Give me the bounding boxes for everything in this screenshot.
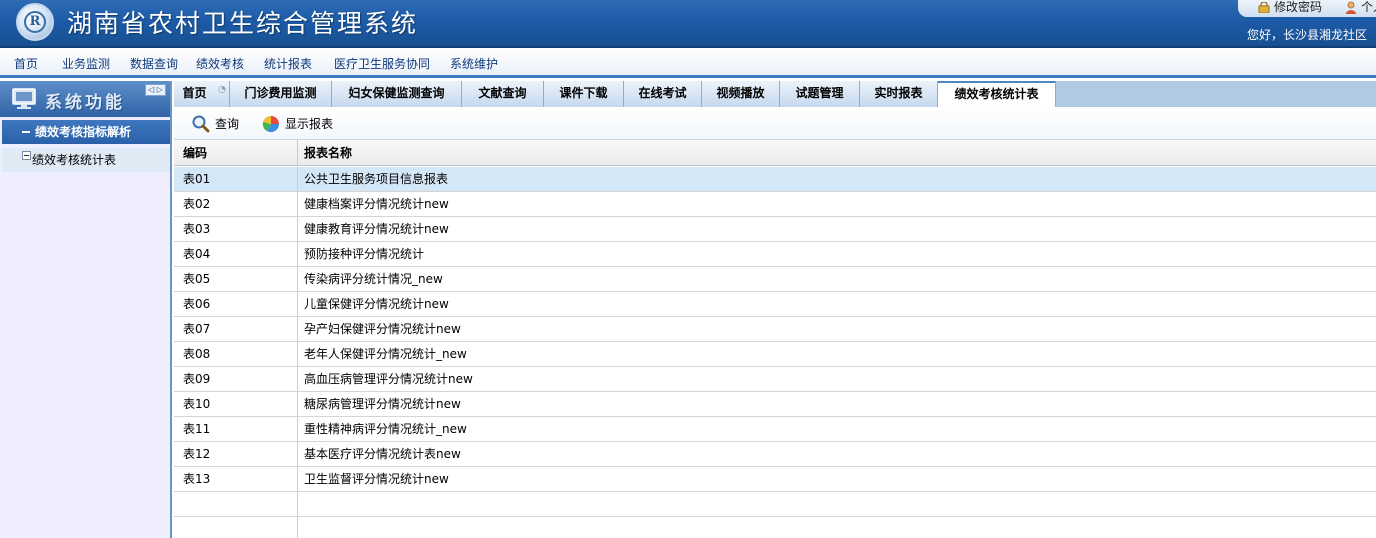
cell-code: 表13	[174, 467, 298, 492]
sidebar-section-performance-analysis[interactable]: 绩效考核指标解析	[2, 120, 170, 144]
cell-code: 表09	[174, 367, 298, 392]
cell-report-name: 预防接种评分情况统计	[304, 247, 425, 261]
cell-code: 表07	[174, 317, 298, 342]
table-row[interactable]: 表12 基本医疗评分情况统计表new	[174, 442, 1376, 467]
logo-letter: R	[24, 11, 46, 33]
logo: R	[16, 3, 54, 41]
tab-literature[interactable]: 文献查询	[462, 81, 544, 107]
menu-item-medical-collab[interactable]: 医疗卫生服务协同	[334, 55, 430, 72]
cell-code: 表03	[174, 217, 298, 242]
show-report-button-label: 显示报表	[285, 117, 334, 131]
cell-code: 表06	[174, 292, 298, 317]
cell-report-name: 孕产妇保健评分情况统计new	[304, 322, 461, 336]
tab-bar: 首页 ◔ 门诊费用监测 妇女保健监测查询 文献查询 课件下载 在线考试 视频播放…	[174, 81, 1376, 108]
cell-report-name	[298, 492, 1376, 517]
sidebar-section-label: 绩效考核指标解析	[35, 125, 132, 139]
cell-report-name: 传染病评分统计情况_new	[304, 272, 443, 286]
table-row[interactable]	[174, 517, 1376, 538]
cell-code: 表11	[174, 417, 298, 442]
tab-women-health[interactable]: 妇女保健监测查询	[332, 81, 462, 107]
top-right-links: 修改密码 个人	[1238, 0, 1376, 17]
toolbar: 查询 显示报表	[174, 107, 1376, 140]
cell-report-name: 重性精神病评分情况统计_new	[304, 422, 467, 436]
report-table: 编码 报表名称 表01 公共卫生服务项目信息报表 表02 健康档案评分情况统计new 表…	[174, 140, 1376, 538]
cell-code: 表01	[174, 167, 298, 192]
tab-realtime-report[interactable]: 实时报表	[860, 81, 938, 107]
table-row[interactable]: 表03 健康教育评分情况统计new	[174, 217, 1376, 242]
menu-item-performance[interactable]: 绩效考核	[196, 55, 244, 72]
query-button-label: 查询	[215, 117, 240, 131]
tab-label: 首页	[182, 86, 207, 100]
sidebar-item-performance-stats[interactable]: 绩效考核统计表	[2, 148, 170, 172]
cell-report-name	[298, 517, 1376, 538]
tab-online-exam[interactable]: 在线考试	[624, 81, 702, 107]
table-row[interactable]: 表02 健康档案评分情况统计new	[174, 192, 1376, 217]
left-panel: 系统功能 ◁ ▷ 绩效考核指标解析 绩效考核统计表	[0, 81, 172, 538]
table-row[interactable]: 表10 糖尿病管理评分情况统计new	[174, 392, 1376, 417]
cell-report-name: 基本医疗评分情况统计表new	[304, 447, 461, 461]
sidebar-item-label: 绩效考核统计表	[32, 153, 117, 167]
user-icon	[1346, 1, 1356, 14]
tab-courseware[interactable]: 课件下载	[544, 81, 624, 107]
menu-item-home[interactable]: 首页	[14, 55, 38, 72]
change-password-link[interactable]: 修改密码	[1274, 0, 1322, 15]
column-header-report-name[interactable]: 报表名称	[298, 140, 1376, 166]
cell-code: 表04	[174, 242, 298, 267]
lock-icon	[1258, 2, 1270, 13]
cell-report-name: 高血压病管理评分情况统计new	[304, 372, 473, 386]
personal-link[interactable]: 个人	[1361, 0, 1376, 15]
cell-report-name: 健康教育评分情况统计new	[304, 222, 449, 236]
tab-performance-stats[interactable]: 绩效考核统计表	[938, 81, 1056, 108]
cell-code	[174, 517, 298, 538]
table-row[interactable]: 表07 孕产妇保健评分情况统计new	[174, 317, 1376, 342]
panel-toggle-button[interactable]: ◁ ▷	[145, 84, 166, 96]
show-report-button[interactable]: 显示报表	[261, 114, 351, 134]
collapse-icon	[22, 131, 30, 133]
monitor-icon	[12, 88, 36, 109]
table-row[interactable]: 表04 预防接种评分情况统计	[174, 242, 1376, 267]
left-panel-title: 系统功能	[45, 93, 125, 113]
main-menu: 首页 业务监测 数据查询 绩效考核 统计报表 医疗卫生服务协同 系统维护	[0, 48, 1376, 78]
cell-report-name: 健康档案评分情况统计new	[304, 197, 449, 211]
table-row[interactable]: 表08 老年人保健评分情况统计_new	[174, 342, 1376, 367]
table-row[interactable]: 表11 重性精神病评分情况统计_new	[174, 417, 1376, 442]
cell-code: 表08	[174, 342, 298, 367]
cell-code: 表05	[174, 267, 298, 292]
cell-report-name: 老年人保健评分情况统计_new	[304, 347, 467, 361]
query-button[interactable]: 查询	[191, 114, 251, 134]
tab-question-mgmt[interactable]: 试题管理	[780, 81, 860, 107]
menu-item-business-monitor[interactable]: 业务监测	[62, 55, 110, 72]
left-panel-header: 系统功能 ◁ ▷	[0, 81, 170, 117]
menu-item-system-maint[interactable]: 系统维护	[450, 55, 498, 72]
cell-code	[174, 492, 298, 517]
column-header-code[interactable]: 编码	[174, 140, 298, 166]
tab-outpatient-cost[interactable]: 门诊费用监测	[230, 81, 332, 107]
tab-home[interactable]: 首页 ◔	[174, 81, 230, 107]
menu-item-data-query[interactable]: 数据查询	[130, 55, 178, 72]
cell-code: 表12	[174, 442, 298, 467]
greeting-text: 您好，长沙县湘龙社区	[1246, 28, 1367, 42]
cell-code: 表10	[174, 392, 298, 417]
app-header: R 湖南省农村卫生综合管理系统 修改密码 个人 您好，长沙县湘龙社区	[0, 0, 1376, 48]
tree-node-icon	[22, 151, 31, 160]
table-row[interactable]: 表01 公共卫生服务项目信息报表	[174, 167, 1376, 192]
table-row[interactable]: 表09 高血压病管理评分情况统计new	[174, 367, 1376, 392]
cell-report-name: 糖尿病管理评分情况统计new	[304, 397, 461, 411]
tab-close-icon[interactable]: ◔	[218, 86, 226, 95]
cell-report-name: 公共卫生服务项目信息报表	[304, 172, 449, 186]
cell-report-name: 儿童保健评分情况统计new	[304, 297, 449, 311]
cell-code: 表02	[174, 192, 298, 217]
cell-report-name: 卫生监督评分情况统计new	[304, 472, 449, 486]
table-row[interactable]: 表13 卫生监督评分情况统计new	[174, 467, 1376, 492]
table-row[interactable]: 表06 儿童保健评分情况统计new	[174, 292, 1376, 317]
table-row[interactable]	[174, 492, 1376, 517]
search-icon	[192, 115, 210, 133]
app-title: 湖南省农村卫生综合管理系统	[67, 9, 419, 38]
pie-chart-icon	[262, 115, 280, 133]
table-header: 编码 报表名称	[174, 140, 1376, 166]
table-row[interactable]: 表05 传染病评分统计情况_new	[174, 267, 1376, 292]
tab-video[interactable]: 视频播放	[702, 81, 780, 107]
menu-item-statistics[interactable]: 统计报表	[264, 55, 312, 72]
